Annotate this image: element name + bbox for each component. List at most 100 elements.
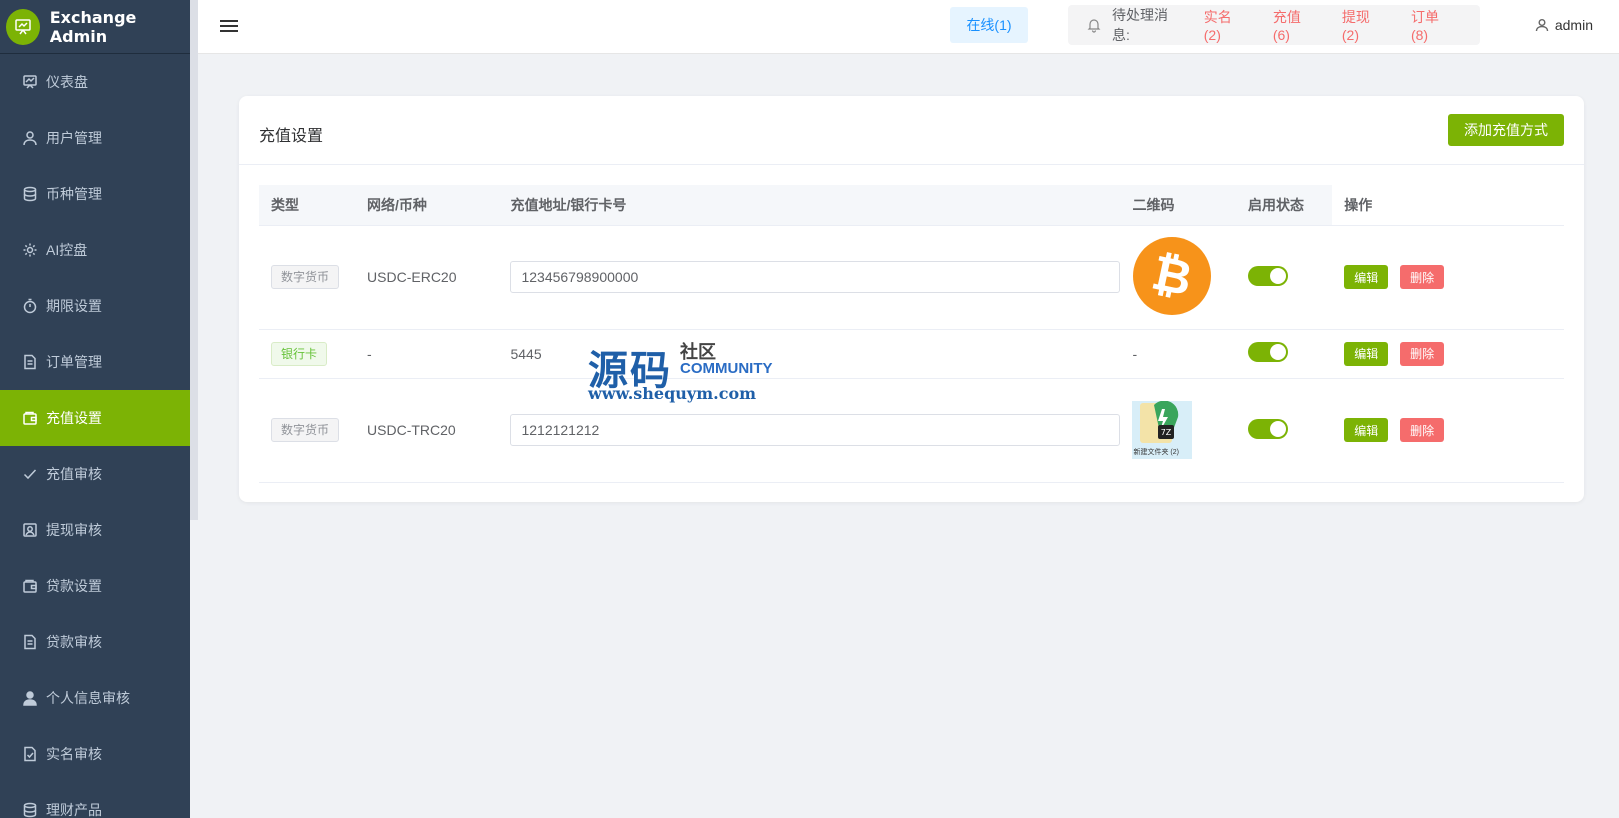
type-tag: 数字货币 — [271, 418, 340, 442]
add-recharge-method-button[interactable]: 添加充值方式 — [1448, 114, 1564, 146]
type-tag: 数字货币 — [271, 265, 340, 289]
sidebar-menu: 仪表盘用户管理币种管理 AI控盘期限设置订单管理充值设置充值审核提现审核贷款设置贷… — [0, 54, 190, 818]
file-qr-image[interactable]: 7Z 新建文件夹 (2) — [1132, 400, 1193, 459]
wallet-icon — [22, 578, 38, 594]
gear-icon — [22, 242, 38, 258]
sidebar-item-label: 充值设置 — [46, 410, 102, 426]
sidebar-item-3[interactable]: AI控盘 — [0, 222, 190, 278]
sidebar-item-6[interactable]: 充值设置 — [0, 390, 190, 446]
app-title: Exchange Admin — [49, 7, 137, 46]
enable-toggle[interactable] — [1248, 418, 1289, 439]
database-icon — [22, 186, 38, 202]
sidebar-item-label: 提现审核 — [46, 522, 102, 538]
table-row: 银行卡 - 5445 - 编辑 删除 — [259, 329, 1564, 379]
image-icon — [22, 522, 38, 538]
menu-toggle-icon[interactable] — [220, 17, 238, 35]
sidebar-item-5[interactable]: 订单管理 — [0, 334, 190, 390]
app-logo-icon — [6, 8, 40, 45]
sidebar-item-10[interactable]: 贷款审核 — [0, 614, 190, 670]
address-input[interactable] — [510, 414, 1121, 446]
sidebar-item-label: 贷款审核 — [46, 634, 102, 650]
col-header-type: 类型 — [259, 185, 356, 226]
sidebar-item-label: 贷款设置 — [46, 578, 102, 594]
sidebar-item-2[interactable]: 币种管理 — [0, 166, 190, 222]
address-cell: 5445 — [498, 329, 1121, 379]
sidebar-item-label: 理财产品 — [46, 802, 102, 818]
sidebar-item-label: 期限设置 — [46, 298, 102, 314]
user-icon — [1535, 19, 1549, 32]
network-cell: USDC-ERC20 — [355, 225, 499, 330]
brand: Exchange Admin — [0, 0, 190, 54]
recharge-methods-table: 类型 网络/币种 充值地址/银行卡号 二维码 启用状态 操作 数字货币 USDC… — [259, 185, 1564, 483]
document-icon — [22, 634, 38, 650]
archive-file-icon: 7Z — [1140, 400, 1179, 443]
stopwatch-icon — [22, 298, 38, 314]
pending-order-link[interactable]: 订单(8) — [1411, 7, 1456, 43]
col-header-network: 网络/币种 — [355, 185, 499, 226]
user-icon — [22, 130, 38, 146]
sidebar-item-4[interactable]: 期限设置 — [0, 278, 190, 334]
network-cell: USDC-TRC20 — [355, 378, 499, 483]
sidebar-item-11[interactable]: 个人信息审核 — [0, 670, 190, 726]
pending-label: 待处理消息: — [1111, 7, 1168, 43]
table-row: 数字货币 USDC-ERC20 ₿ 编辑 删除 — [259, 225, 1564, 330]
sidebar-item-label: 仪表盘 — [46, 74, 88, 90]
table-header-row: 类型 网络/币种 充值地址/银行卡号 二维码 启用状态 操作 — [259, 185, 1564, 226]
username: admin — [1554, 17, 1593, 33]
sidebar-item-12[interactable]: 实名审核 — [0, 726, 190, 782]
sidebar-item-8[interactable]: 提现审核 — [0, 502, 190, 558]
address-input[interactable] — [510, 261, 1121, 293]
sidebar-item-13[interactable]: 理财产品 — [0, 782, 190, 818]
sidebar-item-label: 充值审核 — [46, 466, 102, 482]
wallet-icon — [22, 410, 38, 426]
pending-realname-link[interactable]: 实名(2) — [1204, 7, 1249, 43]
sidebar-item-label: 实名审核 — [46, 746, 102, 762]
doc-check-icon — [22, 746, 38, 762]
sidebar-item-label: AI控盘 — [46, 242, 88, 258]
pending-withdraw-link[interactable]: 提现(2) — [1342, 7, 1387, 43]
enable-toggle[interactable] — [1248, 342, 1289, 362]
recharge-settings-card: 充值设置 添加充值方式 类型 网络/币种 充值地址/银行卡号 二维码 启用状态 … — [239, 96, 1584, 502]
sidebar-item-label: 币种管理 — [46, 186, 102, 202]
sidebar-scrollbar[interactable] — [190, 0, 198, 520]
card-header: 充值设置 添加充值方式 — [239, 96, 1584, 165]
sidebar-item-7[interactable]: 充值审核 — [0, 446, 190, 502]
bitcoin-qr-image[interactable]: ₿ — [1132, 236, 1212, 316]
person-filled-icon — [22, 690, 38, 706]
database-icon — [22, 802, 38, 818]
check-icon — [22, 466, 38, 482]
network-cell: - — [355, 329, 499, 379]
page-title: 充值设置 — [259, 128, 324, 145]
table-row: 数字货币 USDC-TRC20 7Z 新建文件夹 (2) — [259, 378, 1564, 483]
pending-recharge-link[interactable]: 充值(6) — [1273, 7, 1318, 43]
online-count-badge[interactable]: 在线(1) — [950, 7, 1028, 43]
sidebar-item-label: 个人信息审核 — [46, 690, 130, 706]
sidebar-item-label: 用户管理 — [46, 130, 102, 146]
delete-button[interactable]: 删除 — [1400, 265, 1445, 289]
edit-button[interactable]: 编辑 — [1344, 418, 1389, 442]
edit-button[interactable]: 编辑 — [1344, 341, 1389, 366]
sidebar-item-9[interactable]: 贷款设置 — [0, 558, 190, 614]
user-menu[interactable]: admin — [1535, 17, 1593, 33]
col-header-actions: 操作 — [1332, 185, 1564, 226]
qrcode-cell: - — [1120, 329, 1237, 379]
sidebar-item-1[interactable]: 用户管理 — [0, 110, 190, 166]
bell-icon — [1087, 19, 1101, 33]
svg-text:7Z: 7Z — [1161, 428, 1172, 437]
dashboard-icon — [22, 74, 38, 90]
document-icon — [22, 354, 38, 370]
col-header-status: 启用状态 — [1236, 185, 1333, 226]
top-header: 在线(1) 待处理消息: 实名(2) 充值(6) 提现(2) 订单(8) adm… — [198, 0, 1619, 54]
pending-messages: 待处理消息: 实名(2) 充值(6) 提现(2) 订单(8) — [1068, 5, 1480, 45]
enable-toggle[interactable] — [1248, 265, 1289, 286]
sidebar: Exchange Admin 仪表盘用户管理币种管理 AI控盘期限设置订单管理充值… — [0, 0, 190, 818]
delete-button[interactable]: 删除 — [1400, 341, 1445, 366]
sidebar-item-label: 订单管理 — [46, 354, 102, 370]
type-tag: 银行卡 — [271, 341, 328, 366]
sidebar-item-0[interactable]: 仪表盘 — [0, 54, 190, 110]
col-header-address: 充值地址/银行卡号 — [498, 185, 1121, 226]
file-caption: 新建文件夹 (2) — [1133, 449, 1179, 456]
edit-button[interactable]: 编辑 — [1344, 265, 1389, 289]
col-header-qrcode: 二维码 — [1120, 185, 1237, 226]
delete-button[interactable]: 删除 — [1400, 418, 1445, 442]
